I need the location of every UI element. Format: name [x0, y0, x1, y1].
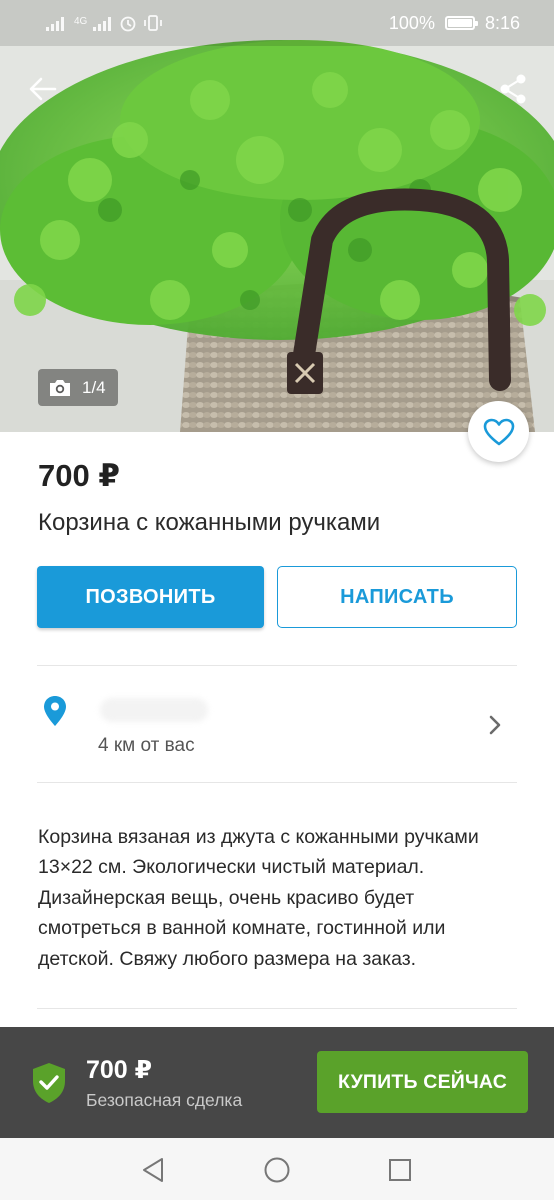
call-button[interactable]: ПОЗВОНИТЬ — [37, 566, 264, 628]
purchase-bar: 700 ₽ Безопасная сделка КУПИТЬ СЕЙЧАС — [0, 1027, 554, 1138]
safe-deal-label: Безопасная сделка — [86, 1090, 243, 1110]
square-recents-icon — [389, 1159, 411, 1181]
shield-check-icon — [33, 1063, 65, 1103]
triangle-back-icon — [143, 1158, 163, 1182]
listing-description: Корзина вязаная из джута с кожанными руч… — [38, 826, 479, 970]
location-distance: 4 км от вас — [98, 735, 195, 756]
purchase-price: 700 ₽ — [86, 1056, 153, 1084]
photo-counter-text: 1/4 — [82, 377, 106, 397]
listing-title: Корзина с кожанными ручками — [38, 509, 381, 536]
favorite-button[interactable] — [468, 401, 529, 462]
photo-illustration — [0, 0, 554, 432]
battery-level — [447, 19, 472, 27]
buy-now-button[interactable]: КУПИТЬ СЕЙЧАС — [317, 1051, 528, 1113]
listing-price: 700 ₽ — [38, 458, 120, 493]
camera-icon — [50, 379, 70, 396]
nav-back-button[interactable] — [138, 1155, 168, 1185]
map-pin-icon — [44, 696, 66, 726]
battery-icon — [444, 16, 478, 30]
share-icon — [500, 74, 526, 104]
divider — [37, 782, 517, 783]
nav-home-button[interactable] — [262, 1155, 292, 1185]
photo-counter: 1/4 — [38, 369, 118, 406]
system-navigation-bar — [0, 1138, 554, 1200]
heart-outline-icon — [483, 418, 514, 445]
message-button[interactable]: НАПИСАТЬ — [277, 566, 517, 628]
arrow-left-icon — [29, 77, 57, 101]
status-icons: 4G — [46, 14, 163, 32]
listing-photo[interactable]: 4G 100% 8:16 1/4 — [0, 0, 554, 432]
vibrate-icon — [144, 15, 163, 31]
signal-2-icon — [93, 17, 112, 31]
status-bar: 4G 100% 8:16 — [0, 0, 554, 46]
clock: 8:16 — [484, 12, 520, 33]
chevron-right-icon — [489, 715, 501, 735]
nav-recents-button[interactable] — [385, 1155, 415, 1185]
alarm-icon — [120, 16, 136, 32]
location-row[interactable]: 4 км от вас — [0, 667, 554, 782]
share-button[interactable] — [492, 68, 534, 110]
back-button[interactable] — [22, 68, 64, 110]
divider — [37, 1008, 517, 1009]
battery-percent: 100% — [388, 12, 435, 33]
status-right: 100% 8:16 — [389, 13, 520, 34]
circle-home-icon — [264, 1157, 290, 1183]
location-address-hidden — [100, 698, 208, 722]
listing-screen: 4G 100% 8:16 1/4 700 ₽ Корзина с кожанны… — [0, 0, 554, 1200]
divider — [37, 665, 517, 666]
signal-icon — [46, 17, 64, 31]
network-type: 4G — [74, 16, 88, 27]
